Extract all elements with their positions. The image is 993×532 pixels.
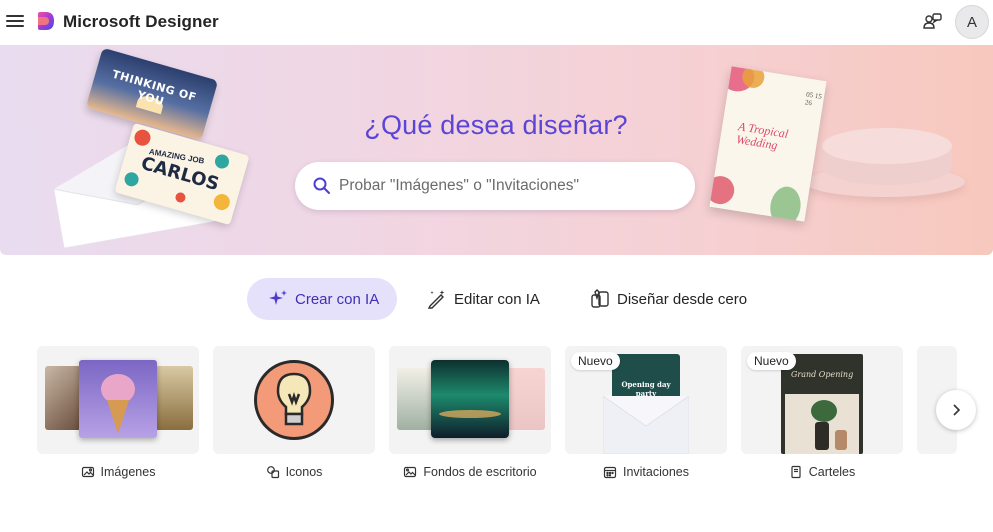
design-from-scratch-label: Diseñar desde cero — [617, 290, 748, 308]
wallpapers-thumbnail — [389, 346, 551, 454]
category-card-posters[interactable]: Nuevo Grand Opening Carteles — [741, 346, 903, 479]
category-label: Iconos — [285, 465, 323, 479]
new-badge: Nuevo — [747, 352, 796, 370]
poster-thumb-title: Grand Opening — [791, 370, 854, 379]
icon-shapes-icon — [266, 466, 279, 479]
chevron-right-icon — [953, 404, 961, 416]
category-card-images[interactable]: Imágenes — [37, 346, 199, 479]
create-with-ai-label: Crear con IA — [295, 290, 380, 308]
invite-date: 05 15 26 — [804, 90, 823, 108]
category-card-invitations[interactable]: Nuevo Opening day party 29 Invitaciones — [565, 346, 727, 479]
avatar[interactable]: A — [955, 5, 989, 39]
carousel-next-button[interactable] — [936, 390, 976, 430]
category-label: Carteles — [808, 465, 856, 479]
feedback-people-icon[interactable] — [921, 11, 943, 33]
hero-title: ¿Qué desea diseñar? — [364, 110, 628, 140]
action-bar: Crear con IA Editar con IA Diseñar desde… — [0, 278, 993, 320]
designer-logo-icon — [38, 12, 54, 30]
magic-pen-icon — [427, 290, 445, 309]
images-thumbnail — [37, 346, 199, 454]
category-card-icons[interactable]: Iconos — [213, 346, 375, 479]
design-tools-icon — [591, 289, 609, 308]
category-label: Invitaciones — [622, 465, 689, 479]
thinking-of-you-card-image: THINKING OF YOU — [85, 47, 219, 141]
search-icon — [313, 177, 330, 194]
top-bar: Microsoft Designer A — [0, 0, 993, 44]
category-label: Fondos de escritorio — [423, 465, 537, 479]
image-icon — [81, 466, 94, 478]
poster-icon — [791, 465, 801, 479]
invitations-thumbnail: Nuevo Opening day party 29 — [565, 346, 727, 454]
invite-title: A Tropical Wedding — [735, 119, 790, 153]
search-input[interactable] — [339, 162, 679, 210]
category-carousel: Imágenes Iconos Fondos de escritorio Nue… — [0, 346, 993, 486]
edit-with-ai-button[interactable]: Editar con IA — [426, 278, 540, 320]
posters-thumbnail: Nuevo Grand Opening — [741, 346, 903, 454]
avatar-initial: A — [966, 13, 977, 31]
new-badge: Nuevo — [571, 352, 620, 370]
tropical-wedding-card-image: A Tropical Wedding 05 15 26 — [709, 66, 827, 222]
wallpaper-icon — [404, 466, 417, 478]
icons-thumbnail — [213, 346, 375, 454]
sparkle-icon — [269, 290, 287, 305]
design-from-scratch-button[interactable]: Diseñar desde cero — [589, 278, 747, 320]
category-label: Imágenes — [100, 465, 156, 479]
calendar-icon — [603, 466, 617, 479]
menu-icon[interactable] — [6, 12, 24, 30]
edit-with-ai-label: Editar con IA — [454, 290, 540, 308]
hero-banner: THINKING OF YOU AMAZING JOB CARLOS ¿Qué … — [0, 45, 993, 255]
app-name[interactable]: Microsoft Designer — [63, 12, 219, 32]
search-box[interactable] — [295, 162, 695, 210]
create-with-ai-button[interactable]: Crear con IA — [247, 278, 397, 320]
category-card-wallpapers[interactable]: Fondos de escritorio — [389, 346, 551, 479]
